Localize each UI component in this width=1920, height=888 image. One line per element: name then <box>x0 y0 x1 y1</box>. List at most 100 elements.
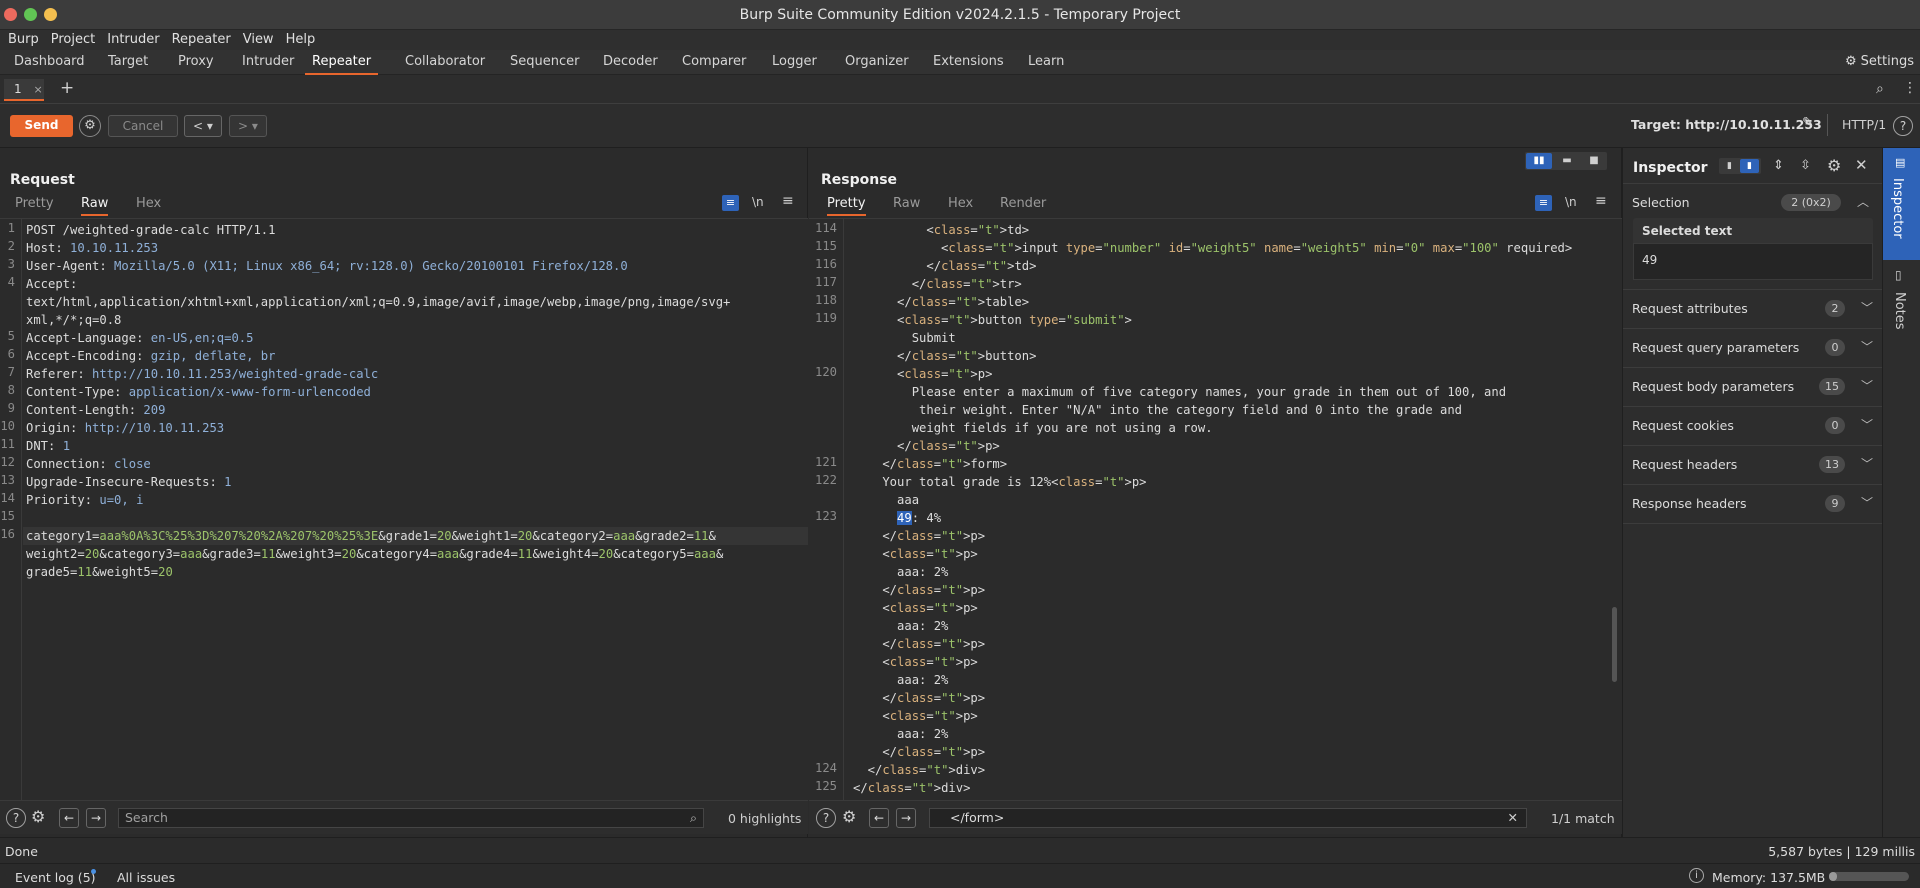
selection-section[interactable]: Selection 2 (0x2) ︿ Selected text 49 <box>1623 184 1883 290</box>
menu-help[interactable]: Help <box>286 30 316 50</box>
request-tab-raw[interactable]: Raw <box>81 194 109 216</box>
tab-extensions[interactable]: Extensions <box>926 50 1011 75</box>
gear-icon[interactable]: ⚙ <box>1827 156 1841 175</box>
target-label[interactable]: Target: http://10.10.11.253 <box>1631 117 1822 132</box>
tab-target[interactable]: Target <box>101 50 155 75</box>
code-line: </class="t">p> <box>853 637 986 651</box>
chevron-up-icon[interactable]: ︿ <box>1857 193 1869 210</box>
response-menu-icon[interactable]: ≡ <box>1595 193 1607 209</box>
help-icon[interactable]: ? <box>816 808 836 828</box>
send-settings-gear-icon[interactable]: ⚙ <box>79 115 101 137</box>
previous-match-arrow-icon[interactable]: ← <box>59 808 79 828</box>
request-cookies-section[interactable]: Request cookies 0 ﹀ <box>1623 407 1883 446</box>
request-body-parameters-section[interactable]: Request body parameters 15 ﹀ <box>1623 368 1883 407</box>
response-search-bar: ? ⚙ ← → </form> ✕ 1/1 match <box>809 800 1622 834</box>
show-newlines-toggle[interactable]: \n <box>1565 195 1577 209</box>
next-match-arrow-icon[interactable]: → <box>86 808 106 828</box>
code-line: aaa <box>853 493 920 507</box>
wrap-lines-icon[interactable]: ≡ <box>722 195 739 211</box>
tab-dashboard[interactable]: Dashboard <box>7 50 92 75</box>
send-button[interactable]: Send <box>10 115 73 137</box>
http-version-label[interactable]: HTTP/1 <box>1842 117 1886 132</box>
settings-button[interactable]: ⚙ Settings <box>1845 50 1914 74</box>
layout-tabs-icon[interactable]: ■ <box>1581 153 1607 169</box>
line-number: 5 <box>7 329 15 343</box>
code-line: xml,*/*;q=0.8 <box>26 313 122 327</box>
all-issues-link[interactable]: All issues <box>117 870 175 885</box>
add-tab-button[interactable]: + <box>60 78 74 98</box>
gear-icon[interactable]: ⚙ <box>31 807 45 826</box>
help-icon[interactable]: ? <box>1893 116 1913 136</box>
response-tab-pretty[interactable]: Pretty <box>827 194 866 216</box>
info-icon[interactable]: i <box>1689 868 1704 883</box>
side-tab-inspector[interactable]: ▤ Inspector <box>1883 148 1920 260</box>
line-number: 125 <box>814 779 837 793</box>
gear-icon[interactable]: ⚙ <box>842 807 856 826</box>
close-tab-icon[interactable]: × <box>33 83 42 96</box>
edit-target-pencil-icon[interactable]: ✎ <box>1802 115 1814 131</box>
event-log-link[interactable]: Event log (5) <box>15 870 96 885</box>
show-newlines-toggle[interactable]: \n <box>752 195 764 209</box>
cancel-button[interactable]: Cancel <box>108 115 178 137</box>
response-editor[interactable]: 114 115 116 117 118 119 120 121 122 123 124 125 <cl… <box>809 218 1622 800</box>
menu-repeater[interactable]: Repeater <box>172 30 231 50</box>
tab-organizer[interactable]: Organizer <box>838 50 916 75</box>
tab-intruder[interactable]: Intruder <box>235 50 301 75</box>
side-tab-notes[interactable]: ▯ Notes <box>1883 260 1920 360</box>
response-scrollbar-thumb[interactable] <box>1612 607 1617 682</box>
response-tab-hex[interactable]: Hex <box>948 194 973 214</box>
menu-intruder[interactable]: Intruder <box>107 30 159 50</box>
code-line: aaa: 2% <box>853 565 949 579</box>
inspector-layout-wide-icon[interactable]: ▮ <box>1740 159 1759 173</box>
code-line: Host: 10.10.11.253 <box>26 241 159 255</box>
inspector-icon: ▤ <box>1895 156 1906 169</box>
tab-sequencer[interactable]: Sequencer <box>503 50 586 75</box>
expand-all-icon[interactable]: ⇕ <box>1773 158 1784 173</box>
menu-burp[interactable]: Burp <box>8 30 39 50</box>
request-tab-hex[interactable]: Hex <box>136 194 161 214</box>
collapse-all-icon[interactable]: ⇳ <box>1800 158 1811 173</box>
section-label: Request query parameters <box>1632 340 1800 355</box>
layout-stacked-icon[interactable]: ▬ <box>1554 153 1580 169</box>
line-number: 10 <box>0 419 15 433</box>
clear-search-icon[interactable]: ✕ <box>1508 809 1518 827</box>
tab-collaborator[interactable]: Collaborator <box>398 50 492 75</box>
tab-logger[interactable]: Logger <box>765 50 824 75</box>
layout-side-by-side-icon[interactable]: ▮▮ <box>1526 153 1552 169</box>
search-icon[interactable]: ⌕ <box>1876 81 1884 97</box>
tab-proxy[interactable]: Proxy <box>171 50 221 75</box>
menu-project[interactable]: Project <box>51 30 95 50</box>
tab-learn[interactable]: Learn <box>1021 50 1071 75</box>
wrap-lines-icon[interactable]: ≡ <box>1535 195 1552 211</box>
status-text: Done <box>5 844 38 859</box>
tab-decoder[interactable]: Decoder <box>596 50 665 75</box>
tab-comparer[interactable]: Comparer <box>675 50 753 75</box>
menu-view[interactable]: View <box>243 30 274 50</box>
footer-bar: Event log (5) All issues i Memory: 137.5… <box>0 863 1920 888</box>
response-headers-section[interactable]: Response headers 9 ﹀ <box>1623 485 1883 524</box>
tab-repeater[interactable]: Repeater <box>305 50 379 75</box>
previous-match-arrow-icon[interactable]: ← <box>869 808 889 828</box>
repeater-tab-1[interactable]: 1 × <box>4 79 44 101</box>
request-headers-section[interactable]: Request headers 13 ﹀ <box>1623 446 1883 485</box>
help-icon[interactable]: ? <box>6 808 26 828</box>
close-icon[interactable]: ✕ <box>1855 156 1868 174</box>
line-number: 120 <box>814 365 837 379</box>
history-forward-button[interactable]: > ▾ <box>229 115 267 137</box>
response-tab-raw[interactable]: Raw <box>893 194 920 214</box>
next-match-arrow-icon[interactable]: → <box>896 808 916 828</box>
request-tab-pretty[interactable]: Pretty <box>15 194 54 214</box>
more-options-icon[interactable]: ⋮ <box>1903 80 1917 96</box>
inspector-layout-narrow-icon[interactable]: ▮ <box>1720 159 1739 173</box>
history-back-button[interactable]: < ▾ <box>184 115 222 137</box>
request-menu-icon[interactable]: ≡ <box>782 193 794 209</box>
response-search-input[interactable]: </form> ✕ <box>929 808 1527 828</box>
section-count: 13 <box>1819 456 1845 473</box>
request-search-input[interactable]: Search ⌕ <box>118 808 704 828</box>
settings-label: Settings <box>1860 54 1914 69</box>
request-attributes-section[interactable]: Request attributes 2 ﹀ <box>1623 290 1883 329</box>
response-tab-render[interactable]: Render <box>1000 194 1046 214</box>
request-query-parameters-section[interactable]: Request query parameters 0 ﹀ <box>1623 329 1883 368</box>
selected-text-value[interactable]: 49 <box>1633 243 1873 280</box>
request-editor[interactable]: 1 2 3 4 5 6 7 8 9 10 11 12 13 14 15 16 POST /weighted-g… <box>0 218 808 800</box>
